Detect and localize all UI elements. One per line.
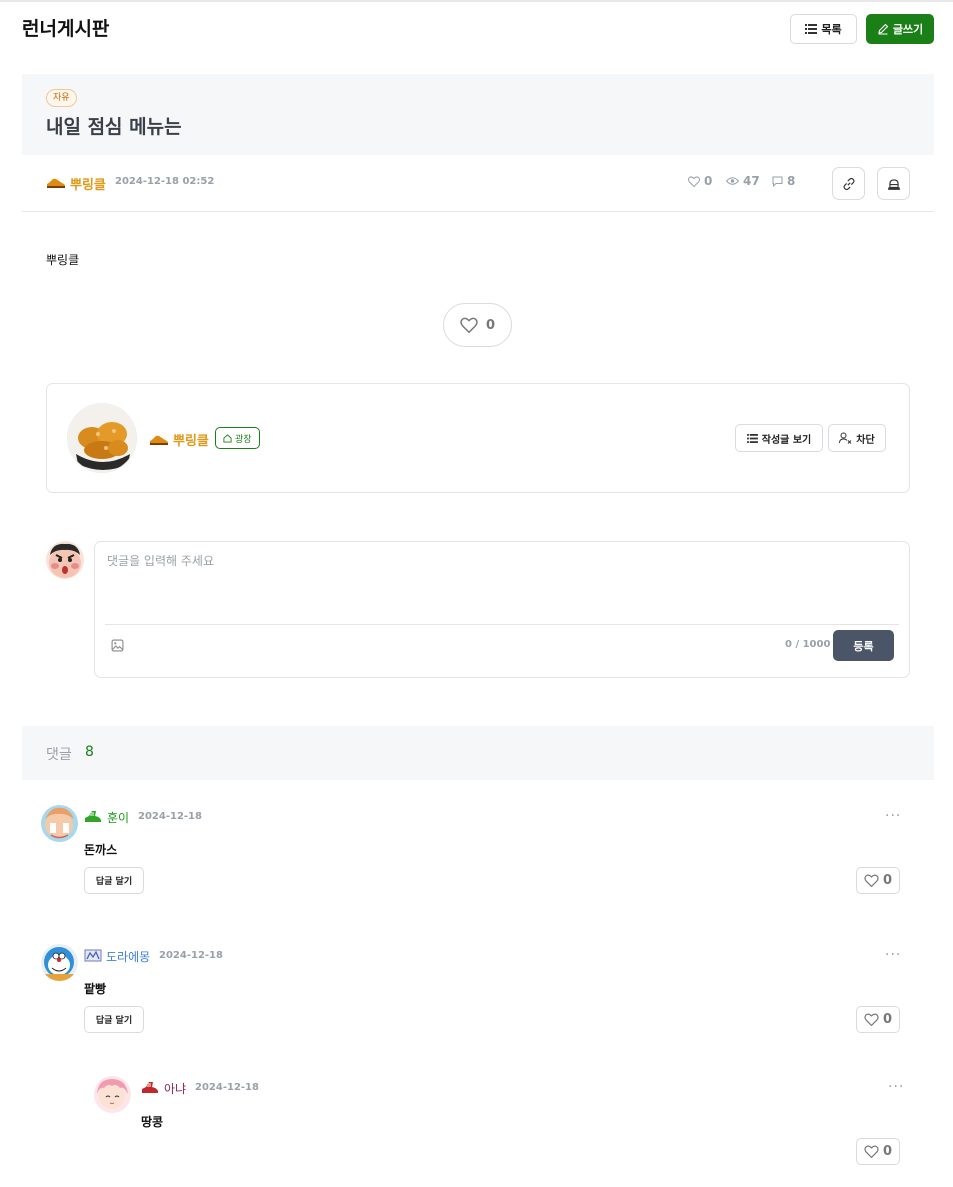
submit-comment-button[interactable]: 등록 [833, 630, 894, 661]
write-button[interactable]: 글쓰기 [866, 14, 934, 44]
eye-icon [726, 177, 739, 185]
report-button[interactable] [877, 167, 910, 200]
reply-avatar[interactable] [94, 1076, 131, 1113]
comment-icon [772, 176, 783, 187]
view-posts-label: 작성글 보기 [761, 434, 812, 446]
comment-date: 2024-12-18 [159, 950, 223, 961]
more-options-icon[interactable]: ··· [885, 808, 901, 824]
comment-form: 0 / 1000 등록 [94, 541, 910, 678]
home-icon [223, 433, 232, 443]
heart-icon [864, 874, 879, 887]
list-icon [746, 433, 758, 443]
shoe-icon [142, 1082, 158, 1093]
list-button-label: 목록 [821, 23, 842, 36]
comment-stat: 8 [772, 174, 795, 188]
comment-author[interactable]: 훈이 [107, 809, 129, 826]
comment-like-button[interactable]: 0 [856, 867, 900, 894]
image-upload-icon[interactable] [111, 639, 124, 652]
comment-input[interactable] [107, 552, 897, 622]
comment-avatar[interactable] [41, 944, 78, 981]
copy-link-button[interactable] [832, 167, 865, 200]
like-count: 0 [704, 174, 713, 188]
comment-like-button[interactable]: 0 [856, 1006, 900, 1033]
reply-author[interactable]: 아냐 [164, 1080, 186, 1097]
plaza-badge-label: 광장 [235, 434, 252, 445]
reply-button[interactable]: 답글 달기 [84, 867, 144, 894]
top-divider [0, 0, 953, 2]
reply-text: 땅콩 [141, 1115, 164, 1129]
comment-avatar[interactable] [41, 805, 78, 842]
post-date: 2024-12-18 02:52 [115, 176, 215, 187]
view-count: 47 [743, 174, 760, 188]
char-counter: 0 / 1000 [785, 639, 831, 650]
profile-author-name[interactable]: 뿌링클 [173, 430, 209, 449]
more-options-icon[interactable]: ··· [888, 1079, 904, 1095]
list-button[interactable]: 목록 [790, 14, 857, 44]
link-icon [842, 177, 855, 190]
heart-icon [688, 175, 700, 187]
comment-form-divider [105, 624, 899, 625]
shoe-icon [85, 811, 101, 822]
pencil-icon [878, 23, 889, 35]
shoe-icon [150, 435, 168, 445]
author-name[interactable]: 뿌링클 [70, 174, 106, 193]
category-badge: 자유 [46, 89, 77, 107]
shoe-icon [84, 949, 102, 962]
like-stat: 0 [688, 174, 712, 188]
comment-author[interactable]: 도라에몽 [106, 948, 150, 965]
siren-icon [887, 178, 900, 190]
reply-date: 2024-12-18 [195, 1082, 259, 1093]
comment-like-count: 0 [882, 873, 893, 888]
block-label: 차단 [856, 434, 875, 446]
author-profile-card: 뿌링클 광장 작성글 보기 차단 [46, 383, 910, 493]
comments-label: 댓글 [46, 747, 72, 763]
block-user-button[interactable]: 차단 [828, 424, 886, 452]
more-options-icon[interactable]: ··· [885, 947, 901, 963]
view-stat: 47 [726, 174, 760, 188]
view-posts-button[interactable]: 작성글 보기 [735, 424, 823, 452]
comment-text: 돈까스 [84, 843, 118, 857]
reply-like-count: 0 [882, 1144, 893, 1159]
my-avatar [46, 541, 84, 579]
shoe-icon [47, 178, 65, 188]
list-icon [805, 24, 818, 34]
page-title: 런너게시판 [22, 18, 110, 40]
user-block-icon [839, 432, 852, 444]
comments-header: 댓글 8 [22, 726, 934, 780]
comment-count: 8 [787, 174, 796, 188]
post-like-count: 0 [485, 317, 496, 333]
post-body: 뿌링클 [46, 253, 80, 267]
heart-icon [864, 1013, 879, 1026]
heart-icon [460, 317, 478, 333]
post-title: 내일 점심 메뉴는 [46, 116, 182, 138]
heart-icon [864, 1145, 879, 1158]
reply-like-button[interactable]: 0 [856, 1138, 900, 1165]
comment-text: 팥빵 [84, 982, 107, 996]
comment-date: 2024-12-18 [138, 811, 202, 822]
reply-button[interactable]: 답글 달기 [84, 1006, 144, 1033]
post-like-button[interactable]: 0 [443, 303, 512, 347]
comments-total: 8 [85, 744, 94, 760]
author-avatar[interactable] [67, 403, 137, 473]
post-meta: 뿌링클 2024-12-18 02:52 0 47 8 [22, 155, 934, 212]
write-button-label: 글쓰기 [892, 23, 924, 36]
plaza-badge: 광장 [215, 427, 260, 449]
comment-like-count: 0 [882, 1012, 893, 1027]
post-header: 자유 내일 점심 메뉴는 [22, 74, 934, 155]
